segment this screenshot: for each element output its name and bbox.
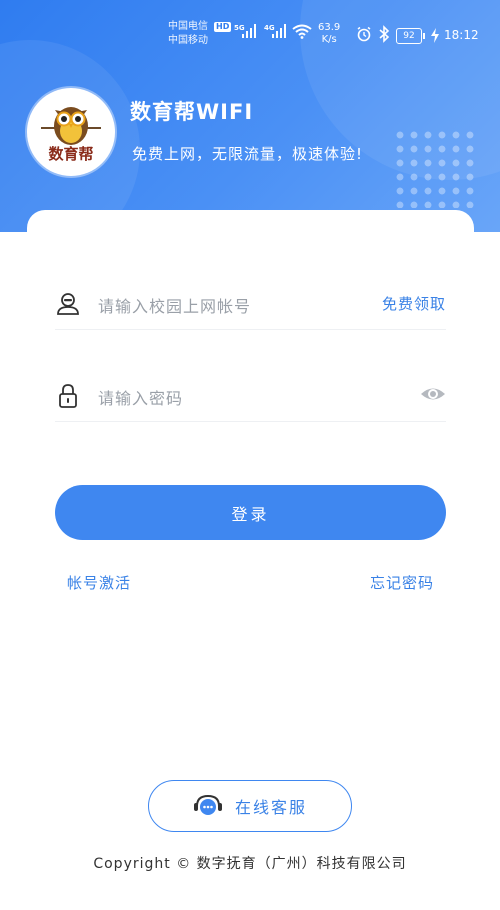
lock-icon [59, 384, 77, 408]
free-claim-link[interactable]: 免费领取 [382, 293, 446, 314]
signal-icon [242, 24, 256, 38]
bluetooth-icon [379, 25, 390, 43]
clock: 18:12 [444, 28, 479, 42]
battery-indicator: 92 [396, 28, 425, 44]
app-title: 数育帮WIFI [130, 100, 254, 124]
signal-icon [272, 24, 286, 38]
online-support-label: 在线客服 [234, 798, 307, 817]
forgot-password-link[interactable]: 忘记密码 [370, 572, 434, 593]
hd-badge: HD [214, 22, 232, 32]
alarm-icon [357, 26, 371, 42]
wifi-icon [292, 24, 312, 39]
eye-icon[interactable] [420, 381, 446, 407]
app-slogan: 免费上网，无限流量，极速体验! [132, 145, 364, 163]
carrier-1: 中国电信 [168, 21, 208, 32]
charging-icon [431, 28, 439, 43]
activate-account-link[interactable]: 帐号激活 [67, 572, 131, 593]
logo-text: 数育帮 [48, 145, 94, 163]
copyright-footer: Copyright © 数字抚育（广州）科技有限公司 [93, 856, 407, 872]
user-icon [57, 293, 79, 315]
login-button[interactable]: 登录 [55, 485, 446, 540]
headset-icon [193, 794, 222, 815]
status-bar: 中国电信 中国移动 HD 5G 4G 63.9 K/s 92 18:12 [0, 0, 500, 60]
password-input[interactable]: 请输入密码 [98, 385, 183, 409]
carrier-names: 中国电信 中国移动 [168, 20, 208, 48]
account-field[interactable]: 请输入校园上网帐号 免费领取 [55, 285, 446, 330]
network-speed: 63.9 K/s [318, 22, 341, 45]
dot-pattern [393, 128, 478, 208]
app-logo: 数育帮 [27, 88, 115, 176]
online-support-button[interactable]: 在线客服 [148, 780, 352, 832]
password-field[interactable]: 请输入密码 [55, 377, 446, 422]
carrier-2: 中国移动 [168, 35, 208, 46]
account-input[interactable]: 请输入校园上网帐号 [98, 293, 251, 317]
